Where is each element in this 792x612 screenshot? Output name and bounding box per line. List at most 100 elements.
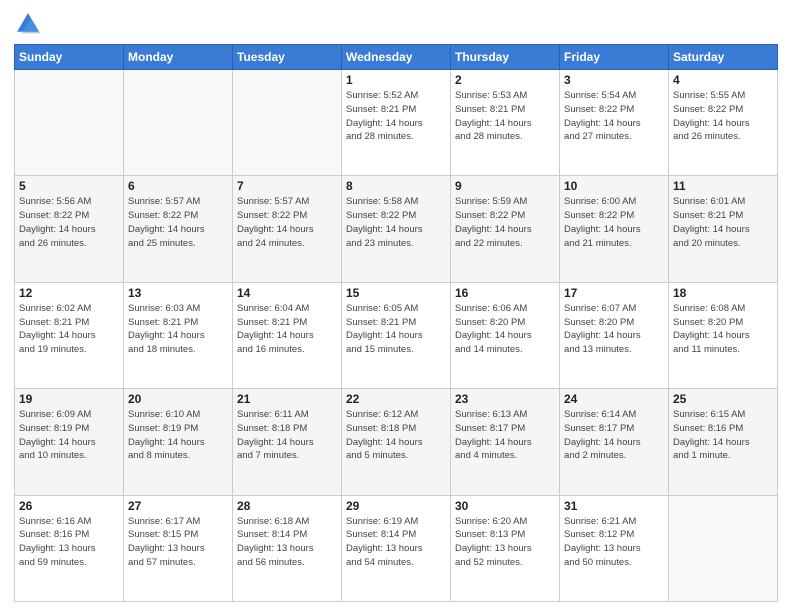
logo-icon	[14, 10, 42, 38]
calendar-cell: 9 Sunrise: 5:59 AM Sunset: 8:22 PM Daylig…	[451, 176, 560, 282]
day-number: 17	[564, 286, 664, 300]
calendar-day-header: Saturday	[669, 45, 778, 70]
calendar-cell: 4 Sunrise: 5:55 AM Sunset: 8:22 PM Daylig…	[669, 70, 778, 176]
calendar-cell: 7Sunrise: 5:57 AM Sunset: 8:22 PM Daylig…	[233, 176, 342, 282]
calendar-header-row: SundayMondayTuesdayWednesdayThursdayFrid…	[15, 45, 778, 70]
day-info: Sunrise: 6:17 AM Sunset: 8:15 PM Dayligh…	[128, 515, 228, 570]
day-info: Sunrise: 6:20 AM Sunset: 8:13 PM Dayligh…	[455, 515, 555, 570]
calendar-cell: 20 Sunrise: 6:10 AM Sunset: 8:19 PM Dayli…	[124, 389, 233, 495]
day-number: 3	[564, 73, 664, 87]
day-info: Sunrise: 6:11 AM Sunset: 8:18 PM Dayligh…	[237, 408, 337, 463]
day-number: 24	[564, 392, 664, 406]
day-number: 5	[19, 179, 119, 193]
calendar-cell: 19 Sunrise: 6:09 AM Sunset: 8:19 PM Dayli…	[15, 389, 124, 495]
calendar-cell: 18Sunrise: 6:08 AM Sunset: 8:20 PM Dayli…	[669, 282, 778, 388]
day-info: Sunrise: 6:04 AM Sunset: 8:21 PM Dayligh…	[237, 302, 337, 357]
day-number: 29	[346, 499, 446, 513]
day-info: Sunrise: 6:01 AM Sunset: 8:21 PM Dayligh…	[673, 195, 773, 250]
day-number: 4	[673, 73, 773, 87]
day-number: 11	[673, 179, 773, 193]
calendar-cell	[669, 495, 778, 601]
calendar-day-header: Tuesday	[233, 45, 342, 70]
day-number: 9	[455, 179, 555, 193]
calendar-cell: 5 Sunrise: 5:56 AM Sunset: 8:22 PM Daylig…	[15, 176, 124, 282]
calendar-cell: 14 Sunrise: 6:04 AM Sunset: 8:21 PM Dayli…	[233, 282, 342, 388]
day-number: 8	[346, 179, 446, 193]
calendar-cell: 8 Sunrise: 5:58 AM Sunset: 8:22 PM Daylig…	[342, 176, 451, 282]
calendar-cell: 29Sunrise: 6:19 AM Sunset: 8:14 PM Dayli…	[342, 495, 451, 601]
calendar-day-header: Friday	[560, 45, 669, 70]
day-number: 1	[346, 73, 446, 87]
calendar-cell: 12 Sunrise: 6:02 AM Sunset: 8:21 PM Dayli…	[15, 282, 124, 388]
calendar-day-header: Wednesday	[342, 45, 451, 70]
calendar-cell: 11 Sunrise: 6:01 AM Sunset: 8:21 PM Dayli…	[669, 176, 778, 282]
day-number: 12	[19, 286, 119, 300]
calendar-cell: 30 Sunrise: 6:20 AM Sunset: 8:13 PM Dayli…	[451, 495, 560, 601]
day-number: 2	[455, 73, 555, 87]
day-info: Sunrise: 5:56 AM Sunset: 8:22 PM Dayligh…	[19, 195, 119, 250]
day-info: Sunrise: 6:08 AM Sunset: 8:20 PM Dayligh…	[673, 302, 773, 357]
page: SundayMondayTuesdayWednesdayThursdayFrid…	[0, 0, 792, 612]
day-info: Sunrise: 6:00 AM Sunset: 8:22 PM Dayligh…	[564, 195, 664, 250]
day-number: 23	[455, 392, 555, 406]
day-info: Sunrise: 6:10 AM Sunset: 8:19 PM Dayligh…	[128, 408, 228, 463]
day-info: Sunrise: 6:06 AM Sunset: 8:20 PM Dayligh…	[455, 302, 555, 357]
calendar-day-header: Sunday	[15, 45, 124, 70]
day-info: Sunrise: 6:14 AM Sunset: 8:17 PM Dayligh…	[564, 408, 664, 463]
day-number: 21	[237, 392, 337, 406]
calendar-cell: 23 Sunrise: 6:13 AM Sunset: 8:17 PM Dayli…	[451, 389, 560, 495]
calendar-cell: 31Sunrise: 6:21 AM Sunset: 8:12 PM Dayli…	[560, 495, 669, 601]
day-number: 31	[564, 499, 664, 513]
day-info: Sunrise: 5:54 AM Sunset: 8:22 PM Dayligh…	[564, 89, 664, 144]
day-number: 19	[19, 392, 119, 406]
day-number: 25	[673, 392, 773, 406]
calendar-day-header: Monday	[124, 45, 233, 70]
calendar-cell: 25 Sunrise: 6:15 AM Sunset: 8:16 PM Dayli…	[669, 389, 778, 495]
day-info: Sunrise: 5:52 AM Sunset: 8:21 PM Dayligh…	[346, 89, 446, 144]
calendar-cell: 3 Sunrise: 5:54 AM Sunset: 8:22 PM Daylig…	[560, 70, 669, 176]
day-info: Sunrise: 5:53 AM Sunset: 8:21 PM Dayligh…	[455, 89, 555, 144]
day-number: 14	[237, 286, 337, 300]
calendar-cell: 15Sunrise: 6:05 AM Sunset: 8:21 PM Dayli…	[342, 282, 451, 388]
calendar-table: SundayMondayTuesdayWednesdayThursdayFrid…	[14, 44, 778, 602]
day-number: 28	[237, 499, 337, 513]
calendar-cell: 24 Sunrise: 6:14 AM Sunset: 8:17 PM Dayli…	[560, 389, 669, 495]
calendar-cell: 28Sunrise: 6:18 AM Sunset: 8:14 PM Dayli…	[233, 495, 342, 601]
day-number: 13	[128, 286, 228, 300]
day-number: 20	[128, 392, 228, 406]
calendar-day-header: Thursday	[451, 45, 560, 70]
calendar-cell: 16 Sunrise: 6:06 AM Sunset: 8:20 PM Dayli…	[451, 282, 560, 388]
day-info: Sunrise: 5:55 AM Sunset: 8:22 PM Dayligh…	[673, 89, 773, 144]
day-number: 16	[455, 286, 555, 300]
day-number: 22	[346, 392, 446, 406]
day-number: 27	[128, 499, 228, 513]
calendar-cell: 1 Sunrise: 5:52 AM Sunset: 8:21 PM Daylig…	[342, 70, 451, 176]
day-info: Sunrise: 6:13 AM Sunset: 8:17 PM Dayligh…	[455, 408, 555, 463]
day-info: Sunrise: 5:57 AM Sunset: 8:22 PM Dayligh…	[128, 195, 228, 250]
day-info: Sunrise: 6:09 AM Sunset: 8:19 PM Dayligh…	[19, 408, 119, 463]
day-info: Sunrise: 5:58 AM Sunset: 8:22 PM Dayligh…	[346, 195, 446, 250]
day-info: Sunrise: 6:02 AM Sunset: 8:21 PM Dayligh…	[19, 302, 119, 357]
day-info: Sunrise: 6:15 AM Sunset: 8:16 PM Dayligh…	[673, 408, 773, 463]
day-number: 30	[455, 499, 555, 513]
day-info: Sunrise: 6:07 AM Sunset: 8:20 PM Dayligh…	[564, 302, 664, 357]
calendar-cell	[233, 70, 342, 176]
day-number: 6	[128, 179, 228, 193]
day-info: Sunrise: 5:59 AM Sunset: 8:22 PM Dayligh…	[455, 195, 555, 250]
day-info: Sunrise: 6:12 AM Sunset: 8:18 PM Dayligh…	[346, 408, 446, 463]
day-info: Sunrise: 6:16 AM Sunset: 8:16 PM Dayligh…	[19, 515, 119, 570]
calendar-cell	[15, 70, 124, 176]
day-info: Sunrise: 5:57 AM Sunset: 8:22 PM Dayligh…	[237, 195, 337, 250]
calendar-cell: 6 Sunrise: 5:57 AM Sunset: 8:22 PM Daylig…	[124, 176, 233, 282]
calendar-cell: 17 Sunrise: 6:07 AM Sunset: 8:20 PM Dayli…	[560, 282, 669, 388]
calendar-cell: 22 Sunrise: 6:12 AM Sunset: 8:18 PM Dayli…	[342, 389, 451, 495]
calendar-cell: 13 Sunrise: 6:03 AM Sunset: 8:21 PM Dayli…	[124, 282, 233, 388]
calendar-cell: 27 Sunrise: 6:17 AM Sunset: 8:15 PM Dayli…	[124, 495, 233, 601]
header	[14, 10, 778, 38]
calendar-cell	[124, 70, 233, 176]
calendar-cell: 2 Sunrise: 5:53 AM Sunset: 8:21 PM Daylig…	[451, 70, 560, 176]
logo	[14, 10, 46, 38]
day-info: Sunrise: 6:03 AM Sunset: 8:21 PM Dayligh…	[128, 302, 228, 357]
day-number: 15	[346, 286, 446, 300]
calendar-cell: 10Sunrise: 6:00 AM Sunset: 8:22 PM Dayli…	[560, 176, 669, 282]
